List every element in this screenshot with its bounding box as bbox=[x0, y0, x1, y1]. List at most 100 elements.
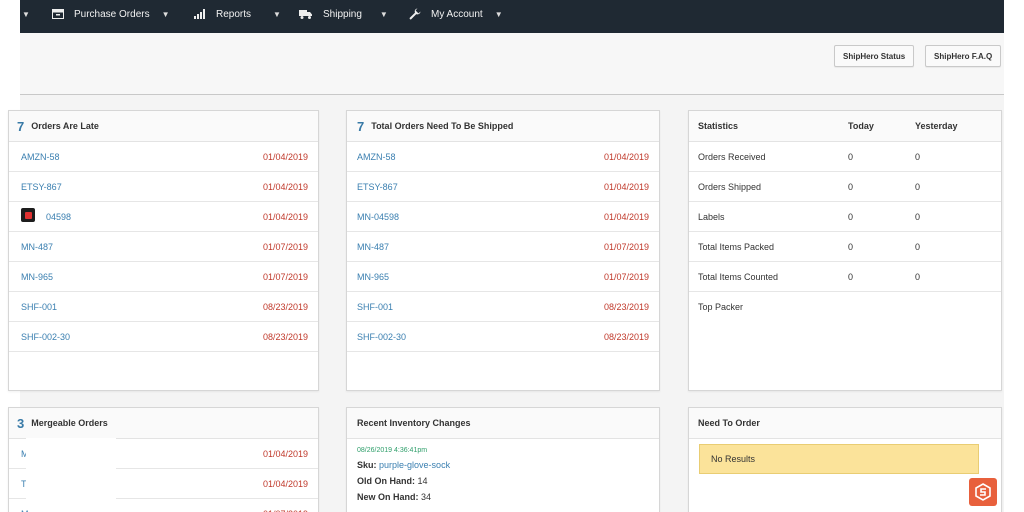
order-date: 01/07/2019 bbox=[263, 509, 308, 512]
stat-label: Labels bbox=[698, 211, 725, 222]
order-date: 01/07/2019 bbox=[603, 241, 649, 252]
statistics-list: Orders Received 0 0 Orders Shipped 0 0 Labels 0… bbox=[689, 142, 1001, 292]
dashboard-content: 7 Orders Are Late AMZN-58 01/04/2019 ETSY-… bbox=[8, 95, 1004, 512]
order-link[interactable]: SHF-002-30 bbox=[357, 332, 406, 342]
order-link[interactable]: MN-04598 bbox=[357, 212, 399, 222]
mergeable-order-row: M 01/07/2019 bbox=[9, 499, 318, 512]
late-order-row: AMZN-58 01/04/2019 bbox=[9, 142, 318, 172]
need-to-order-panel: Need To Order No Results bbox=[688, 407, 1002, 512]
stat-yesterday-value: 0 bbox=[915, 181, 921, 192]
page-subheader: ShipHero Status ShipHero F.A.Q bbox=[20, 33, 1004, 95]
to-ship-row: MN-04598 01/04/2019 bbox=[347, 202, 659, 232]
order-date: 01/07/2019 bbox=[262, 241, 308, 252]
stat-label: Total Items Packed bbox=[698, 241, 775, 252]
order-link[interactable]: M bbox=[21, 509, 29, 512]
stat-today-value: 0 bbox=[848, 151, 854, 162]
late-orders-header: 7 Orders Are Late bbox=[9, 111, 318, 142]
to-ship-row: AMZN-58 01/04/2019 bbox=[347, 142, 659, 172]
late-order-row: 04598 01/04/2019 bbox=[9, 202, 318, 232]
stat-today-value: 0 bbox=[848, 241, 854, 252]
order-link[interactable]: MN-487 bbox=[21, 242, 53, 252]
shiphero-dashboard: ▼ Purchase Orders ▼ Reports ▼ Shipping ▼ bbox=[0, 0, 1024, 512]
order-link[interactable]: SHF-001 bbox=[21, 302, 57, 312]
order-link[interactable]: AMZN-58 bbox=[21, 152, 60, 162]
to-ship-row: SHF-001 08/23/2019 bbox=[347, 292, 659, 322]
order-date: 01/04/2019 bbox=[603, 211, 649, 222]
chevron-down-icon: ▼ bbox=[161, 9, 170, 19]
inventory-sku-line: Sku: purple-glove-sock bbox=[347, 457, 659, 473]
nav-reports[interactable]: Reports ▼ bbox=[194, 0, 281, 28]
late-order-row: SHF-002-30 08/23/2019 bbox=[9, 322, 318, 352]
order-link[interactable]: SHF-002-30 bbox=[21, 332, 70, 342]
statistics-row: Orders Received 0 0 bbox=[689, 142, 1001, 172]
order-date: 01/07/2019 bbox=[262, 271, 308, 282]
inventory-timestamp: 08/26/2019 4:36:41pm bbox=[357, 447, 428, 454]
order-date: 01/04/2019 bbox=[262, 211, 308, 222]
order-link[interactable]: ETSY-867 bbox=[21, 182, 62, 192]
order-link[interactable]: AMZN-58 bbox=[357, 152, 396, 162]
statistics-panel: Statistics Today Yesterday Orders Receiv… bbox=[688, 110, 1002, 391]
need-to-order-header: Need To Order bbox=[689, 408, 1001, 439]
late-order-row: SHF-001 08/23/2019 bbox=[9, 292, 318, 322]
order-date: 01/07/2019 bbox=[603, 271, 649, 282]
shiphero-status-button[interactable]: ShipHero Status bbox=[834, 45, 915, 67]
order-link[interactable]: MN-965 bbox=[357, 272, 389, 282]
inventory-old-line: Old On Hand: 14 bbox=[347, 473, 659, 489]
order-link[interactable]: 04598 bbox=[46, 212, 71, 222]
late-orders-panel: 7 Orders Are Late AMZN-58 01/04/2019 ETSY-… bbox=[8, 110, 319, 391]
nav-left-caret[interactable]: ▼ bbox=[20, 0, 30, 28]
late-orders-count: 7 bbox=[17, 118, 25, 134]
order-link[interactable]: MN-487 bbox=[357, 242, 389, 252]
top-packer-row: Top Packer bbox=[689, 292, 1001, 321]
order-date: 01/04/2019 bbox=[262, 181, 308, 192]
old-on-hand-label: Old On Hand: bbox=[357, 476, 415, 486]
chevron-down-icon: ▼ bbox=[22, 9, 30, 19]
new-on-hand-label: New On Hand: bbox=[357, 492, 419, 502]
sku-link[interactable]: purple-glove-sock bbox=[379, 460, 450, 470]
stat-today-value: 0 bbox=[848, 211, 854, 222]
top-navbar: ▼ Purchase Orders ▼ Reports ▼ Shipping ▼ bbox=[20, 0, 1004, 33]
order-link[interactable]: ETSY-867 bbox=[357, 182, 398, 192]
sku-label: Sku: bbox=[357, 460, 377, 470]
inventory-new-line: New On Hand: 34 bbox=[347, 489, 659, 505]
nav-reports-label: Reports bbox=[216, 8, 252, 20]
order-link[interactable]: MN-965 bbox=[21, 272, 53, 282]
stat-today-value: 0 bbox=[848, 181, 854, 192]
to-ship-panel: 7 Total Orders Need To Be Shipped AMZN-5… bbox=[346, 110, 660, 391]
to-ship-row: MN-487 01/07/2019 bbox=[347, 232, 659, 262]
late-orders-title: Orders Are Late bbox=[31, 121, 99, 131]
nav-purchase-orders[interactable]: Purchase Orders ▼ bbox=[52, 0, 170, 28]
order-date: 08/23/2019 bbox=[262, 331, 308, 342]
nav-my-account[interactable]: My Account ▼ bbox=[409, 0, 503, 28]
to-ship-list: AMZN-58 01/04/2019 ETSY-867 01/04/2019 MN-04… bbox=[347, 142, 659, 352]
statistics-row: Labels 0 0 bbox=[689, 202, 1001, 232]
stat-yesterday-value: 0 bbox=[915, 271, 921, 282]
to-ship-row: ETSY-867 01/04/2019 bbox=[347, 172, 659, 202]
need-to-order-title: Need To Order bbox=[698, 418, 760, 428]
nav-purchase-orders-label: Purchase Orders bbox=[74, 8, 150, 20]
inbox-icon bbox=[52, 9, 64, 19]
record-indicator-icon bbox=[21, 208, 35, 222]
nav-my-account-label: My Account bbox=[431, 8, 483, 20]
to-ship-row: MN-965 01/07/2019 bbox=[347, 262, 659, 292]
wrench-icon bbox=[409, 8, 421, 20]
late-orders-list: AMZN-58 01/04/2019 ETSY-867 01/04/2019 04598… bbox=[9, 142, 318, 352]
stat-yesterday-value: 0 bbox=[915, 211, 921, 222]
stat-label: Orders Received bbox=[698, 151, 766, 162]
shiphero-logo-icon[interactable] bbox=[969, 478, 997, 506]
statistics-row: Orders Shipped 0 0 bbox=[689, 172, 1001, 202]
no-results-notice: No Results bbox=[699, 444, 979, 474]
signal-bars-icon bbox=[194, 9, 206, 19]
new-on-hand-value: 34 bbox=[421, 492, 432, 502]
chevron-down-icon: ▼ bbox=[273, 9, 281, 19]
statistics-title: Statistics bbox=[698, 121, 739, 131]
order-date: 08/23/2019 bbox=[603, 301, 649, 312]
top-packer-label: Top Packer bbox=[698, 301, 744, 312]
nav-shipping[interactable]: Shipping ▼ bbox=[299, 0, 388, 28]
chevron-down-icon: ▼ bbox=[494, 9, 503, 19]
order-link[interactable]: SHF-001 bbox=[357, 302, 393, 312]
to-ship-header: 7 Total Orders Need To Be Shipped bbox=[347, 111, 659, 142]
shiphero-faq-button[interactable]: ShipHero F.A.Q bbox=[925, 45, 1002, 67]
truck-icon bbox=[299, 9, 313, 19]
mergeable-orders-header: 3 Mergeable Orders bbox=[9, 408, 318, 439]
